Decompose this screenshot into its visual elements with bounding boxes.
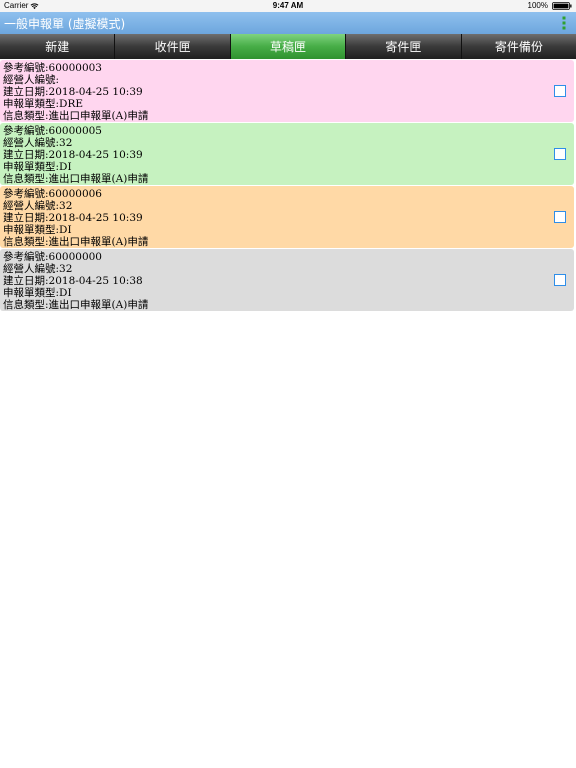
message-type: 信息類型:進出口申報單(A)申請 xyxy=(3,236,149,248)
reference-number: 參考編號:60000000 xyxy=(3,251,102,263)
message-type: 信息類型:進出口申報單(A)申請 xyxy=(3,173,149,185)
created-date: 建立日期:2018-04-25 10:38 xyxy=(3,275,143,287)
declaration-type: 申報單類型:DI xyxy=(3,161,72,173)
operator-number: 經營人編號:32 xyxy=(3,263,73,275)
operator-number: 經營人編號:32 xyxy=(3,200,73,212)
select-checkbox[interactable] xyxy=(554,211,566,223)
list-item[interactable]: 參考編號:60000005 經營人編號:32 建立日期:2018-04-25 1… xyxy=(0,123,574,185)
draft-list: 參考編號:60000003 經營人編號: 建立日期:2018-04-25 10:… xyxy=(0,60,576,312)
created-date: 建立日期:2018-04-25 10:39 xyxy=(3,212,143,224)
select-checkbox[interactable] xyxy=(554,85,566,97)
reference-number: 參考編號:60000006 xyxy=(3,188,102,200)
list-item[interactable]: 參考編號:60000006 經營人編號:32 建立日期:2018-04-25 1… xyxy=(0,186,574,248)
status-bar: Carrier 9:47 AM 100% xyxy=(0,0,576,12)
select-checkbox[interactable] xyxy=(554,148,566,160)
created-date: 建立日期:2018-04-25 10:39 xyxy=(3,86,143,98)
declaration-type: 申報單類型:DI xyxy=(3,287,72,299)
tab-outbox[interactable]: 寄件匣 xyxy=(346,34,462,59)
tab-bar: 新建 收件匣 草稿匣 寄件匣 寄件備份 xyxy=(0,34,576,59)
tab-drafts[interactable]: 草稿匣 xyxy=(230,34,347,59)
status-time: 9:47 AM xyxy=(272,1,304,10)
reference-number: 參考編號:60000005 xyxy=(3,125,102,137)
reference-number: 參考編號:60000003 xyxy=(3,62,102,74)
app-header: 一般申報單 (虛擬模式) xyxy=(0,12,576,34)
list-item[interactable]: 參考編號:60000003 經營人編號: 建立日期:2018-04-25 10:… xyxy=(0,60,574,122)
message-type: 信息類型:進出口申報單(A)申請 xyxy=(3,110,149,122)
message-type: 信息類型:進出口申報單(A)申請 xyxy=(3,299,149,311)
tab-sent[interactable]: 寄件備份 xyxy=(461,34,576,59)
select-checkbox[interactable] xyxy=(554,274,566,286)
battery-icon xyxy=(552,2,572,10)
tab-inbox[interactable]: 收件匣 xyxy=(115,34,231,59)
operator-number: 經營人編號: xyxy=(3,74,60,86)
operator-number: 經營人編號:32 xyxy=(3,137,73,149)
list-item[interactable]: 參考編號:60000000 經營人編號:32 建立日期:2018-04-25 1… xyxy=(0,249,574,311)
created-date: 建立日期:2018-04-25 10:39 xyxy=(3,149,143,161)
declaration-type: 申報單類型:DI xyxy=(3,224,72,236)
more-vertical-icon[interactable] xyxy=(562,16,566,30)
battery-percentage: 100% xyxy=(527,1,548,10)
page-title: 一般申報單 (虛擬模式) xyxy=(4,17,126,31)
tab-new[interactable]: 新建 xyxy=(0,34,116,59)
declaration-type: 申報單類型:DRE xyxy=(3,98,84,110)
